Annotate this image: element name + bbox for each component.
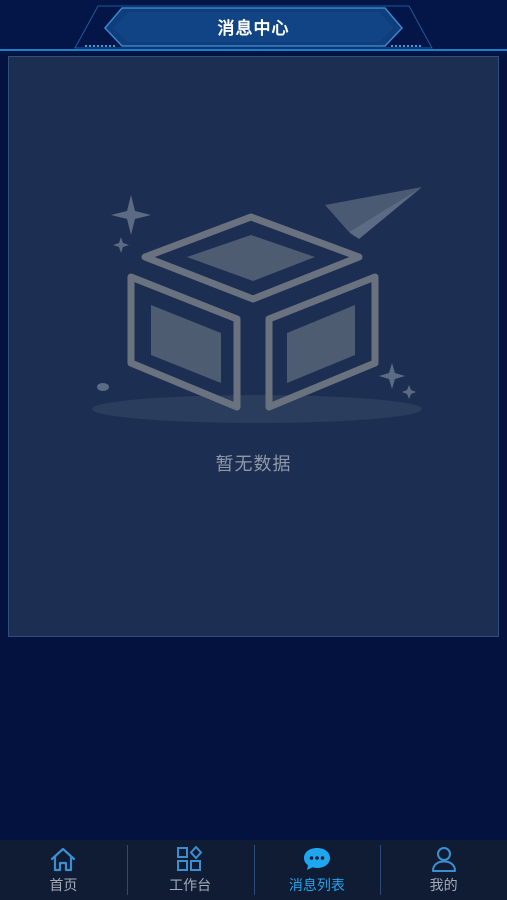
bottom-tab-bar: 首页 工作台 消息列表 我的 — [0, 840, 507, 900]
top-header: 消息中心 — [0, 0, 507, 54]
home-icon — [49, 846, 77, 872]
page-title: 消息中心 — [217, 19, 290, 39]
tab-profile-label: 我的 — [429, 878, 458, 894]
message-list-panel: 暂无数据 — [8, 56, 499, 637]
tab-messages[interactable]: 消息列表 — [253, 840, 381, 900]
grid-icon — [176, 846, 204, 872]
tab-messages-label: 消息列表 — [288, 878, 345, 894]
tab-home-label: 首页 — [49, 878, 78, 894]
tab-workbench-label: 工作台 — [169, 878, 212, 894]
user-icon — [430, 846, 458, 872]
empty-box-icon — [92, 187, 422, 423]
tab-profile[interactable]: 我的 — [380, 840, 507, 900]
empty-state-text: 暂无数据 — [215, 454, 292, 475]
chat-bubble-icon — [302, 846, 332, 872]
tab-workbench[interactable]: 工作台 — [126, 840, 254, 900]
tab-home[interactable]: 首页 — [0, 840, 127, 900]
